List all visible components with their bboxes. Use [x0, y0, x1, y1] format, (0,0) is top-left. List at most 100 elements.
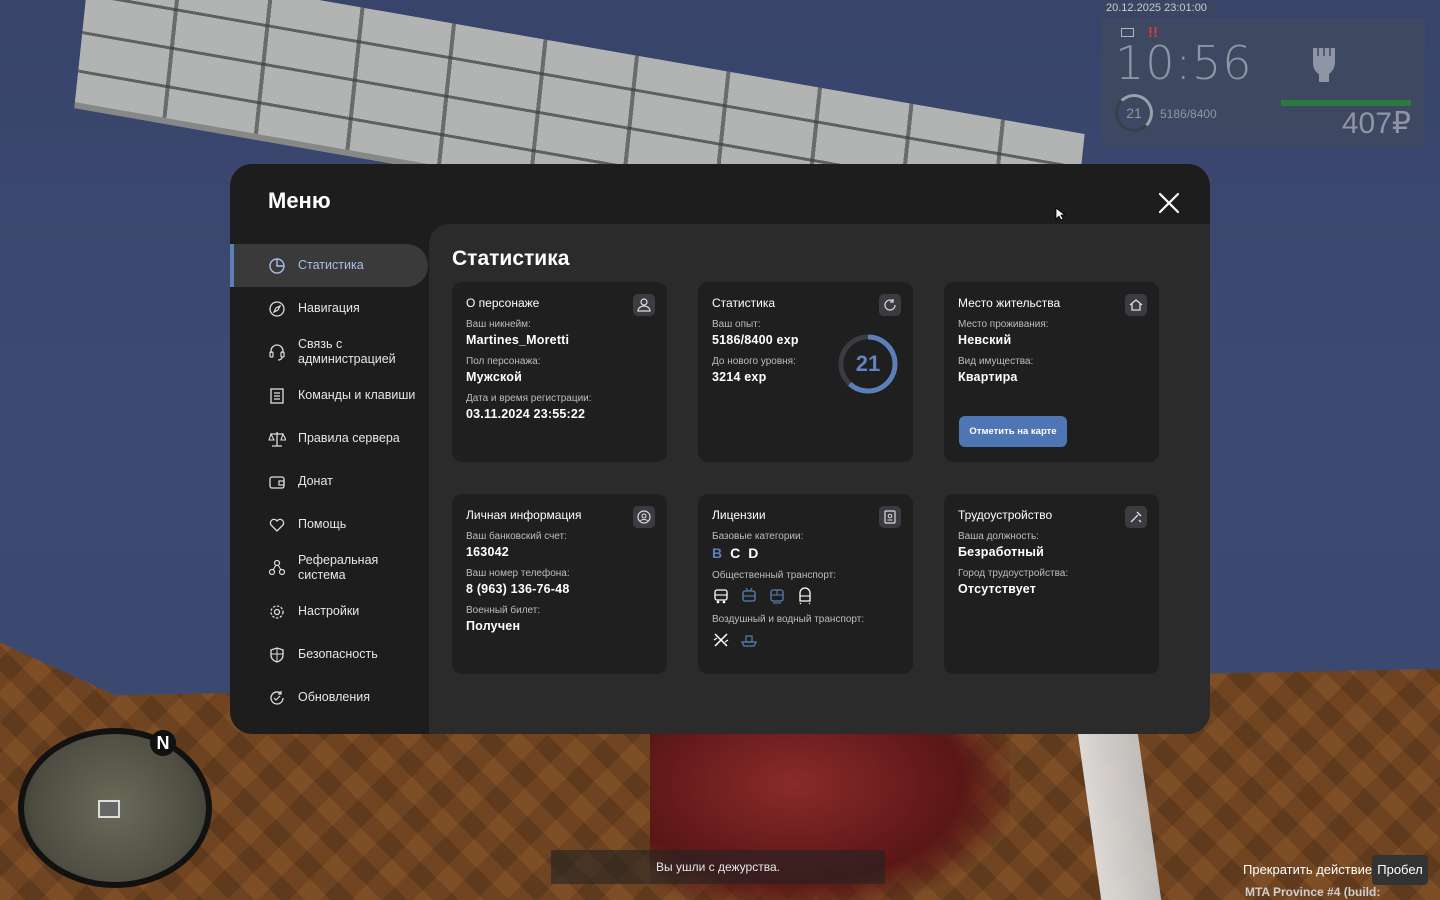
sidebar-item-label: Команды и клавиши	[298, 388, 416, 402]
base-categories-label: Базовые категории:	[712, 531, 804, 542]
sidebar-item-settings[interactable]: Настройки	[230, 590, 428, 633]
sidebar-item-label: Статистика	[298, 258, 364, 272]
military-label: Военный билет:	[466, 605, 541, 616]
registration-label: Дата и время регистрации:	[466, 393, 592, 404]
sidebar-item-label: Донат	[298, 474, 333, 488]
license-categories: B C D	[712, 545, 899, 561]
sidebar-item-label: Безопасность	[298, 647, 378, 661]
referral-network-icon	[268, 559, 286, 576]
sidebar-item-label: Настройки	[298, 604, 360, 618]
trolleybus-icon	[742, 587, 756, 602]
position-value: Безработный	[958, 545, 1045, 559]
sidebar-item-help[interactable]: Помощь	[230, 503, 428, 546]
sidebar-item-label: Связь с администрацией	[298, 337, 396, 366]
hud-exp: 5186/8400	[1160, 107, 1217, 121]
wallet-icon	[269, 475, 285, 489]
sidebar-item-stats[interactable]: Статистика	[230, 244, 428, 287]
public-transport-label: Общественный транспорт:	[712, 570, 837, 581]
sidebar-item-referral[interactable]: Реферальная система	[230, 546, 428, 590]
close-icon[interactable]	[1156, 190, 1182, 216]
metro-icon	[799, 587, 811, 605]
place-label: Место проживания:	[958, 319, 1049, 330]
sidebar-item-updates[interactable]: Обновления	[230, 676, 428, 719]
category-b: B	[712, 545, 723, 561]
card-title: Лицензии	[712, 508, 766, 522]
heart-hand-icon	[269, 518, 285, 532]
airplane-icon	[713, 633, 729, 647]
user-icon	[633, 294, 655, 316]
card-employment: Трудоустройство Ваша должность: Безработ…	[944, 494, 1159, 674]
boat-icon	[740, 635, 758, 647]
scales-icon	[268, 431, 286, 447]
space-key-button[interactable]: Пробел	[1372, 855, 1428, 885]
nickname-value: Martines_Moretti	[466, 333, 570, 347]
stop-action-label: Прекратить действие	[1243, 862, 1373, 877]
card-title: Трудоустройство	[958, 508, 1053, 522]
sidebar-item-commands[interactable]: Команды и клавиши	[230, 374, 428, 417]
air-water-transport-icons	[712, 631, 899, 649]
gear-icon	[270, 604, 284, 619]
gender-value: Мужской	[466, 370, 522, 384]
hud-level: 21	[1115, 94, 1153, 132]
card-title: Статистика	[712, 296, 776, 310]
hud-money: 407₽	[1341, 107, 1411, 140]
menu-panel: Меню Статистика Навигация Связь с админи…	[230, 164, 1210, 734]
minimap-north: N	[150, 730, 176, 756]
headset-icon	[269, 344, 285, 361]
card-character: О персонаже Ваш никнейм: Martines_Morett…	[452, 282, 667, 462]
tools-icon	[1125, 506, 1147, 528]
public-transport-icons	[712, 587, 899, 605]
card-title: Место жительства	[958, 296, 1061, 310]
work-city-value: Отсутствует	[958, 582, 1037, 596]
nickname-label: Ваш никнейм:	[466, 319, 531, 330]
player-marker-icon	[98, 800, 120, 818]
hud-date: 20.12.2025 23:01:00	[1104, 1, 1216, 15]
bank-value: 163042	[466, 545, 509, 559]
fist-icon	[1313, 48, 1335, 82]
card-licenses: Лицензии Базовые категории: B C D Общест…	[698, 494, 913, 674]
menu-title: Меню	[268, 188, 331, 213]
level-value: 21	[855, 351, 881, 376]
license-card-icon	[879, 506, 901, 528]
sidebar-item-label: Помощь	[298, 517, 347, 531]
id-badge-icon	[633, 506, 655, 528]
military-value: Получен	[466, 619, 521, 633]
position-label: Ваша должность:	[958, 531, 1039, 542]
mark-on-map-button[interactable]: Отметить на карте	[959, 416, 1067, 447]
property-label: Вид имущества:	[958, 356, 1034, 367]
document-list-icon	[270, 387, 284, 404]
category-c: C	[730, 545, 741, 561]
air-water-transport-label: Воздушный и водный транспорт:	[712, 614, 865, 625]
sidebar-item-label: Навигация	[298, 301, 360, 315]
build-info: MTA Province #4 (build: 6.12.12.1.9)	[1245, 885, 1381, 900]
phone-label: Ваш номер телефона:	[466, 568, 570, 579]
hud-time: 10:56	[1115, 36, 1253, 90]
gender-label: Пол персонажа:	[466, 356, 541, 367]
card-stats: Статистика Ваш опыт: 5186/8400 exp До но…	[698, 282, 913, 462]
card-title: Личная информация	[466, 508, 582, 522]
compass-icon	[269, 300, 285, 317]
exp-label: Ваш опыт:	[712, 319, 761, 330]
content-area: Статистика О персонаже Ваш никнейм: Mart…	[429, 224, 1210, 734]
sidebar-item-security[interactable]: Безопасность	[230, 633, 428, 676]
sidebar-item-label: Реферальная система	[298, 553, 379, 582]
shield-icon	[270, 646, 284, 663]
sidebar-item-navigation[interactable]: Навигация	[230, 287, 428, 330]
home-icon	[1125, 294, 1147, 316]
level-up-icon	[879, 294, 901, 316]
notification-bar: Вы ушли с дежурства.	[551, 850, 885, 884]
bus-icon	[714, 589, 728, 604]
category-d: D	[748, 545, 759, 561]
sidebar-item-admin-contact[interactable]: Связь с администрацией	[230, 330, 428, 374]
content-title: Статистика	[452, 247, 570, 270]
property-value: Квартира	[958, 370, 1018, 384]
card-title: О персонаже	[466, 296, 540, 310]
phone-value: 8 (963) 136-76-48	[466, 582, 570, 596]
registration-value: 03.11.2024 23:55:22	[466, 407, 586, 421]
hud-panel: !! 10:56 21 5186/8400 407₽	[1101, 18, 1425, 148]
refresh-icon	[270, 690, 284, 705]
sidebar-item-rules[interactable]: Правила сервера	[230, 417, 428, 460]
tram-icon	[770, 589, 784, 604]
sidebar-item-label: Обновления	[298, 690, 370, 704]
sidebar-item-donate[interactable]: Донат	[230, 460, 428, 503]
